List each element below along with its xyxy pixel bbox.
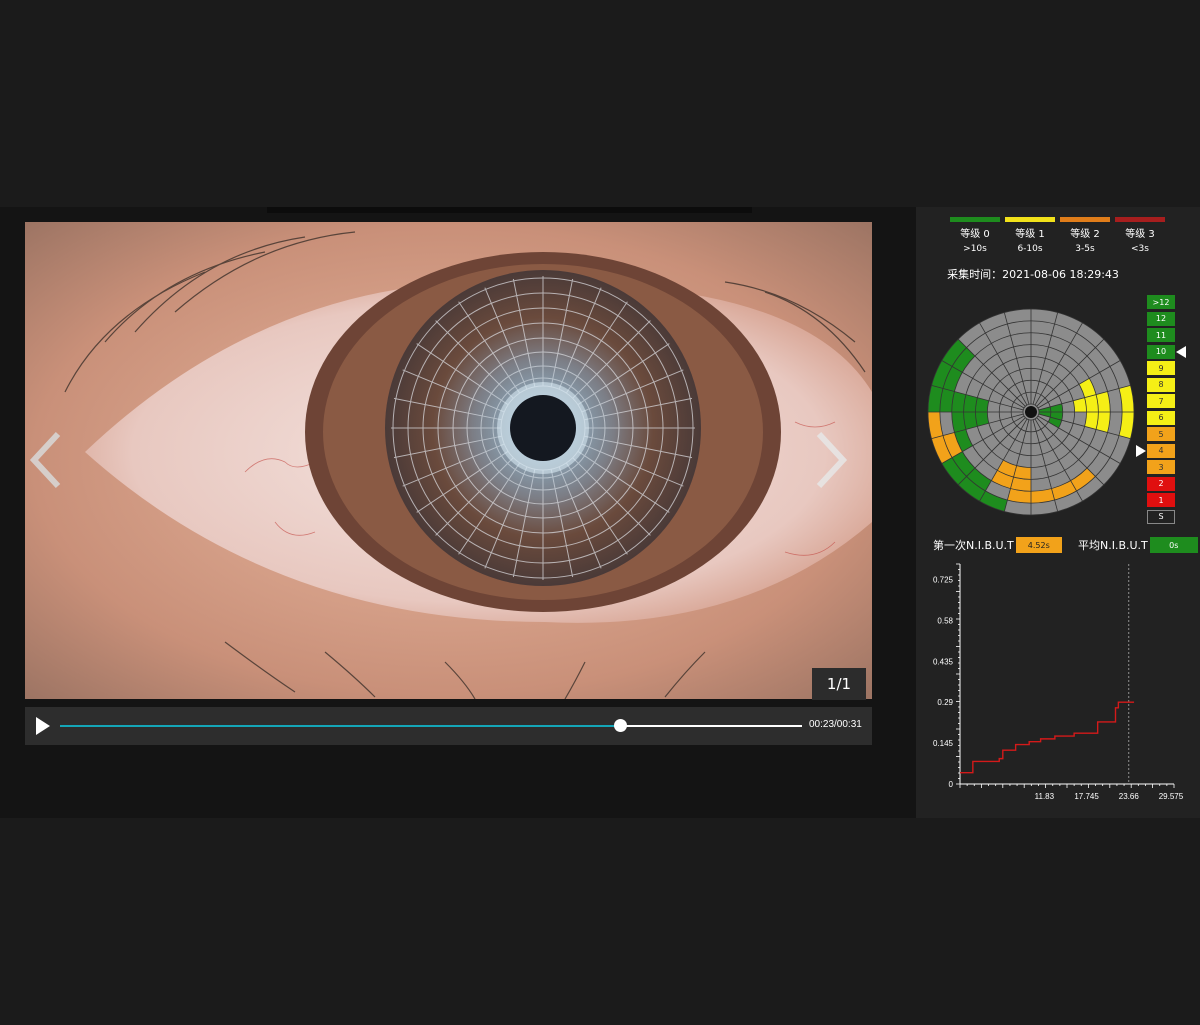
scale-cell: 8 (1147, 377, 1175, 392)
chevron-right-icon (816, 431, 848, 489)
x-tick-label: 23.66 (1119, 792, 1140, 801)
legend-grade-1: 等级 1 6-10s (1005, 217, 1055, 256)
first-nibut-value: 4.52s (1015, 537, 1062, 553)
avg-nibut: 平均N.I.B.U.T 0s (1078, 537, 1198, 553)
scale-cell: >12 (1147, 295, 1175, 309)
scale-cell: 5 (1147, 427, 1175, 441)
y-tick-label: 0.725 (933, 576, 954, 585)
eye-image-viewer[interactable] (25, 222, 872, 699)
eye-image (25, 222, 872, 699)
legend-grade-3: 等级 3 <3s (1115, 217, 1165, 256)
series-line-0 (960, 701, 1135, 774)
legend-level: 等级 0 (960, 229, 990, 240)
legend-range: 3-5s (1075, 244, 1095, 254)
scale-cell: 9 (1147, 361, 1175, 375)
nibut-line-chart: 0 0.145 0.29 0.435 0.58 0.725 11.83 17.745 23.66… (933, 563, 1184, 801)
y-tick-label: 0.435 (933, 657, 954, 666)
legend-level: 等级 3 (1125, 229, 1155, 240)
y-tick-label: 0 (949, 780, 954, 789)
y-tick-label: 0.29 (937, 698, 953, 707)
breakup-polar-map (927, 308, 1135, 516)
grade-scale: >12 12 11 10 9 8 7 6 5 4 3 2 1 S (1147, 295, 1175, 526)
play-button[interactable] (33, 716, 53, 736)
top-divider (267, 207, 752, 213)
seek-thumb[interactable] (614, 719, 628, 732)
scale-cell: 6 (1147, 410, 1175, 425)
next-image-button[interactable] (811, 428, 851, 492)
x-tick-label: 29.575 (1159, 792, 1184, 801)
scale-marker-left (1136, 445, 1146, 457)
scale-cell: 10 (1147, 344, 1175, 359)
chevron-left-icon (29, 431, 61, 489)
legend-color-bar (950, 217, 1000, 222)
x-tick-label: 17.745 (1074, 792, 1099, 801)
scale-cell: 2 (1147, 476, 1175, 491)
playback-time: 00:23/00:31 (809, 719, 862, 730)
x-tick-label: 11.83 (1035, 792, 1055, 801)
video-player-bar: 00:23/00:31 (25, 707, 872, 745)
legend-range: 6-10s (1017, 244, 1043, 254)
tear-film-analysis-panel: 等级 0 >10s 等级 1 6-10s 等级 2 3-5s 等级 3 <3s 采集时间：20… (916, 207, 1200, 818)
legend-color-bar (1005, 217, 1055, 222)
play-icon (36, 717, 50, 735)
legend-grade-0: 等级 0 >10s (950, 217, 1000, 256)
avg-nibut-label: 平均N.I.B.U.T (1078, 539, 1148, 552)
legend-grade-2: 等级 2 3-5s (1060, 217, 1110, 256)
legend-level: 等级 1 (1015, 229, 1045, 240)
legend-level: 等级 2 (1070, 229, 1100, 240)
capture-time: 采集时间：2021-08-06 18:29:43 (947, 268, 1119, 281)
scale-cell: S (1147, 509, 1175, 524)
image-counter: 1/1 (812, 668, 866, 700)
seek-track[interactable] (60, 719, 802, 732)
avg-nibut-value: 0s (1149, 537, 1198, 553)
first-nibut: 第一次N.I.B.U.T 4.52s (933, 537, 1062, 553)
y-tick-label: 0.145 (933, 739, 954, 748)
scale-cell: 11 (1147, 328, 1175, 342)
legend-color-bar (1115, 217, 1165, 222)
scale-cell: 1 (1147, 493, 1175, 507)
scale-cell: 12 (1147, 311, 1175, 326)
legend-range: >10s (963, 244, 987, 254)
scale-cell: 3 (1147, 460, 1175, 474)
scale-cell: 7 (1147, 394, 1175, 408)
prev-image-button[interactable] (26, 428, 66, 492)
first-nibut-label: 第一次N.I.B.U.T (933, 539, 1014, 552)
scale-cell: 4 (1147, 443, 1175, 458)
scale-marker-right (1176, 346, 1186, 358)
y-tick-label: 0.58 (937, 616, 953, 625)
legend-color-bar (1060, 217, 1110, 222)
legend-range: <3s (1131, 244, 1149, 254)
seek-progress (60, 725, 621, 727)
grade-legend: 等级 0 >10s 等级 1 6-10s 等级 2 3-5s 等级 3 <3s (950, 217, 1166, 267)
